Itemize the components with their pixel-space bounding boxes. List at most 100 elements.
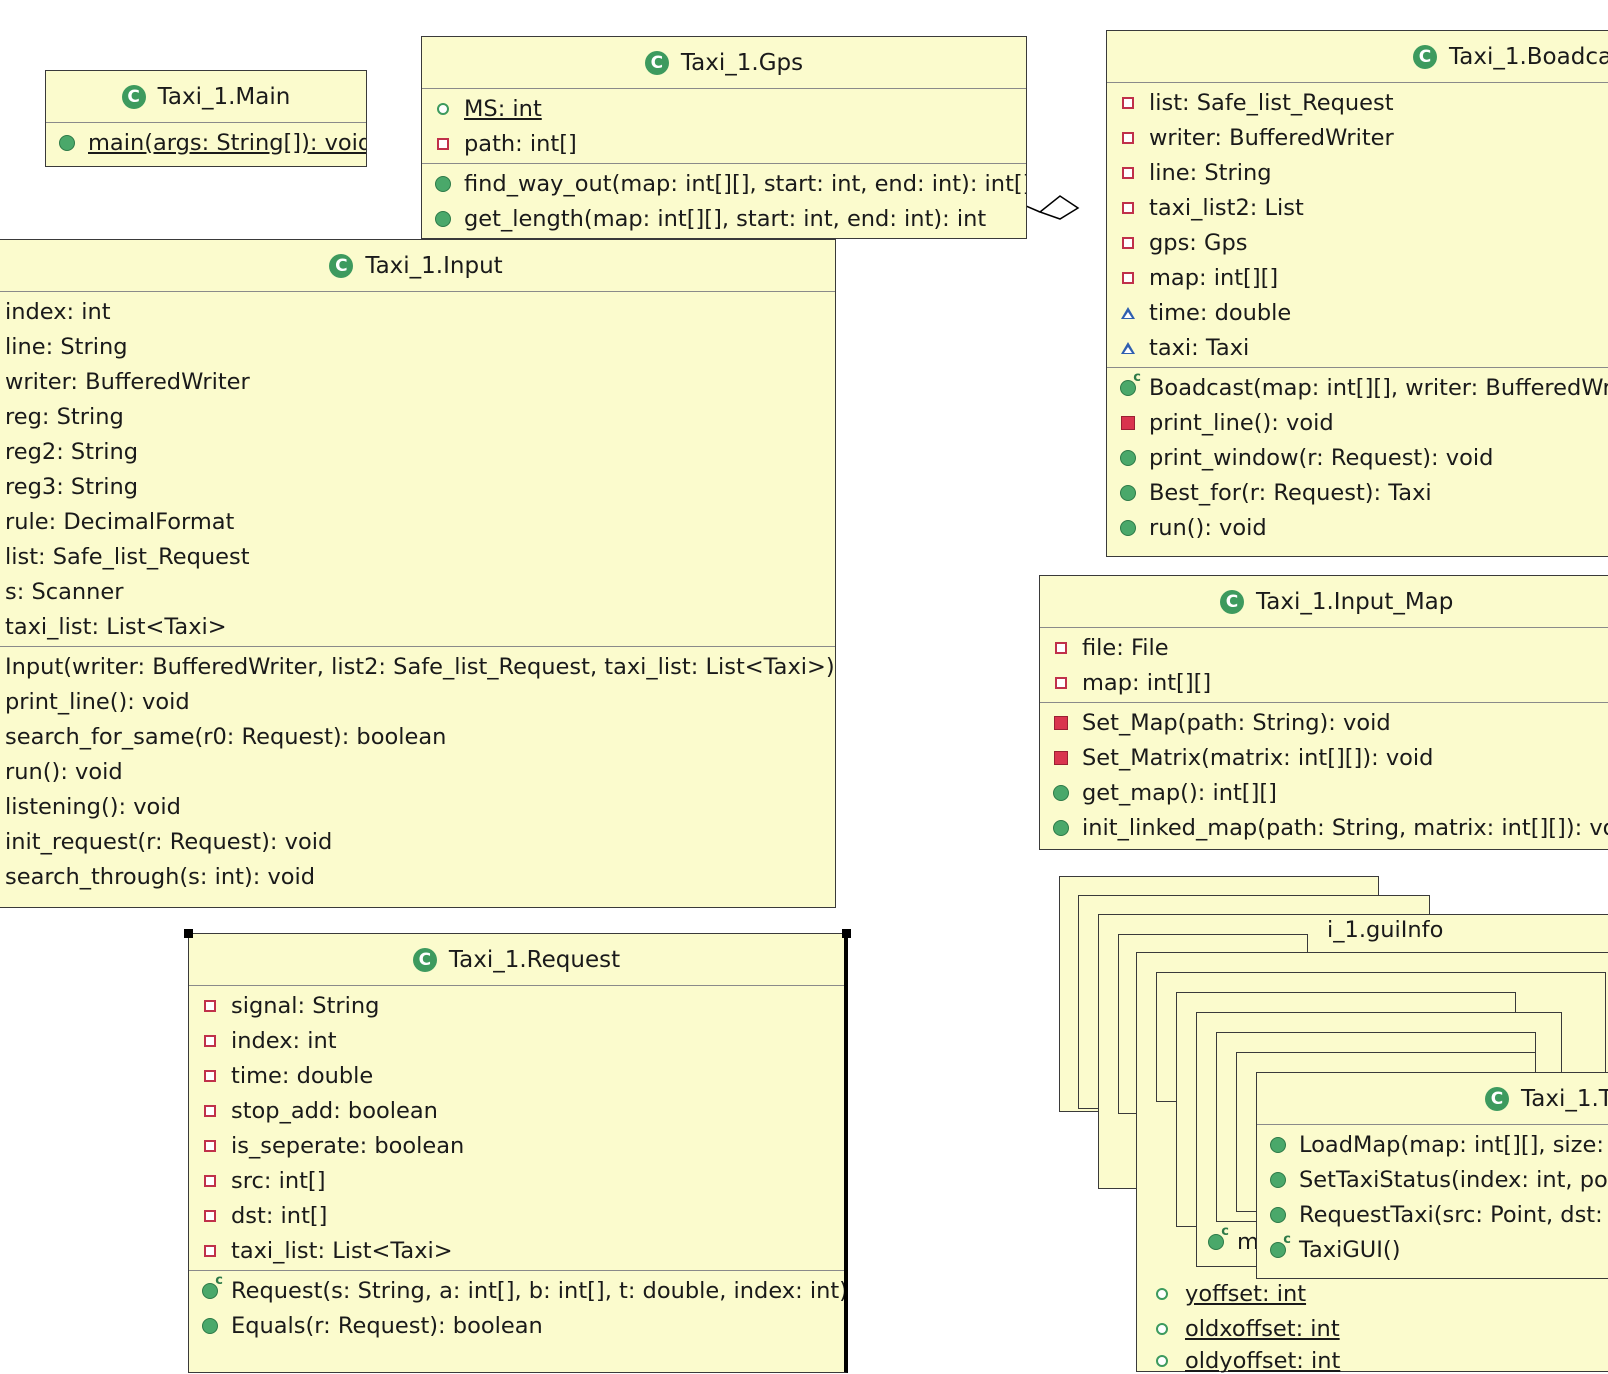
member-label: taxi_list: List<Taxi> <box>5 613 227 640</box>
member-row[interactable]: map: int[][] <box>1107 260 1608 295</box>
member-label: index: int <box>5 298 111 325</box>
member-row[interactable]: init_linked_map(path: String, matrix: in… <box>1040 810 1608 845</box>
member-row[interactable]: index: int <box>0 294 835 329</box>
private-field-icon <box>1119 164 1137 182</box>
public-method-icon <box>201 1317 219 1335</box>
member-label: run(): void <box>5 758 123 785</box>
member-row[interactable]: list: Safe_list_Request <box>1107 85 1608 120</box>
member-label: Input(writer: BufferedWriter, list2: Saf… <box>5 653 835 680</box>
selection-handle[interactable] <box>184 929 193 938</box>
member-label: MS: int <box>464 95 542 122</box>
member-row[interactable]: reg3: String <box>0 469 835 504</box>
member-row[interactable]: Equals(r: Request): boolean <box>189 1308 844 1343</box>
private-method-icon <box>1052 714 1070 732</box>
member-row[interactable]: s: Scanner <box>0 574 835 609</box>
class-boadcast[interactable]: C Taxi_1.Boadcas list: Safe_list_Request w… <box>1106 30 1608 557</box>
member-row[interactable]: taxi_list: List<Taxi> <box>189 1233 844 1268</box>
member-row[interactable]: time: double <box>189 1058 844 1093</box>
member-row[interactable]: run(): void <box>0 754 835 789</box>
member-row[interactable]: file: File <box>1040 630 1608 665</box>
member-label: taxi: Taxi <box>1149 334 1250 361</box>
member-row[interactable]: print_line(): void <box>0 684 835 719</box>
class-input-map[interactable]: C Taxi_1.Input_Map file: File map: int[][]… <box>1039 575 1608 850</box>
member-row[interactable]: signal: String <box>189 988 844 1023</box>
class-request[interactable]: C Taxi_1.Request signal: String index: int… <box>188 933 848 1373</box>
class-gps[interactable]: C Taxi_1.Gps MS: int path: int[] find_way_… <box>421 36 1027 239</box>
member-label: list: Safe_list_Request <box>5 543 250 570</box>
member-row[interactable]: Input(writer: BufferedWriter, list2: Saf… <box>0 649 835 684</box>
member-row[interactable]: is_seperate: boolean <box>189 1128 844 1163</box>
member-row[interactable]: taxi_list2: List <box>1107 190 1608 225</box>
member-row[interactable]: path: int[] <box>422 126 1026 161</box>
member-row[interactable]: rule: DecimalFormat <box>0 504 835 539</box>
public-method-icon <box>1269 1136 1287 1154</box>
member-label: index: int <box>231 1027 337 1054</box>
member-row[interactable]: list: Safe_list_Request <box>0 539 835 574</box>
member-row[interactable]: gps: Gps <box>1107 225 1608 260</box>
member-row[interactable]: LoadMap(map: int[][], size: <box>1257 1127 1608 1162</box>
member-row[interactable]: find_way_out(map: int[][], start: int, e… <box>422 166 1026 201</box>
member-row[interactable]: run(): void <box>1107 510 1608 545</box>
member-row[interactable]: get_length(map: int[][], start: int, end… <box>422 201 1026 236</box>
member-row[interactable]: taxi: Taxi <box>1107 330 1608 365</box>
member-label: reg2: String <box>5 438 139 465</box>
member-row[interactable]: Set_Map(path: String): void <box>1040 705 1608 740</box>
private-field-icon <box>201 1207 219 1225</box>
member-row[interactable]: reg: String <box>0 399 835 434</box>
public-method-icon <box>1119 449 1137 467</box>
member-row[interactable]: SetTaxiStatus(index: int, po <box>1257 1162 1608 1197</box>
member-row[interactable]: Set_Matrix(matrix: int[][]): void <box>1040 740 1608 775</box>
public-method-icon <box>58 134 76 152</box>
class-taxigui[interactable]: C Taxi_1.T LoadMap(map: int[][], size: Set… <box>1256 1072 1608 1279</box>
public-field-icon <box>1153 1352 1171 1370</box>
member-row[interactable]: print_line(): void <box>1107 405 1608 440</box>
member-row[interactable]: index: int <box>189 1023 844 1058</box>
member-row[interactable]: TaxiGUI() <box>1257 1232 1608 1267</box>
member-row[interactable]: Boadcast(map: int[][], writer: BufferedW… <box>1107 370 1608 405</box>
member-row[interactable]: Best_for(r: Request): Taxi <box>1107 475 1608 510</box>
member-row[interactable]: init_request(r: Request): void <box>0 824 835 859</box>
member-row[interactable]: MS: int <box>422 91 1026 126</box>
member-row[interactable]: search_through(s: int): void <box>0 859 835 894</box>
member-row[interactable]: main(args: String[]): void <box>46 125 366 160</box>
taxigui-methods: LoadMap(map: int[][], size: SetTaxiStatus… <box>1257 1125 1608 1269</box>
member-row[interactable]: stop_add: boolean <box>189 1093 844 1128</box>
private-field-icon <box>201 1172 219 1190</box>
field-yoffset: yoffset: int <box>1153 1281 1306 1307</box>
selection-handle[interactable] <box>842 929 851 938</box>
member-row[interactable]: src: int[] <box>189 1163 844 1198</box>
member-row[interactable]: print_window(r: Request): void <box>1107 440 1608 475</box>
class-taxigui-title: C Taxi_1.T <box>1257 1073 1608 1125</box>
public-method-icon <box>1119 519 1137 537</box>
public-method-icon <box>1052 819 1070 837</box>
member-label: Set_Map(path: String): void <box>1082 709 1391 736</box>
member-row[interactable]: time: double <box>1107 295 1608 330</box>
member-label: search_for_same(r0: Request): boolean <box>5 723 447 750</box>
member-label: s: Scanner <box>5 578 124 605</box>
class-input-map-title: C Taxi_1.Input_Map <box>1040 576 1608 628</box>
member-row[interactable]: get_map(): int[][] <box>1040 775 1608 810</box>
member-row[interactable]: line: String <box>1107 155 1608 190</box>
class-gps-title: C Taxi_1.Gps <box>422 37 1026 89</box>
member-row[interactable]: listening(): void <box>0 789 835 824</box>
member-label: find_way_out(map: int[][], start: int, e… <box>464 170 1027 197</box>
member-row[interactable]: search_for_same(r0: Request): boolean <box>0 719 835 754</box>
class-main[interactable]: C Taxi_1.Main main(args: String[]): void <box>45 70 367 167</box>
member-row[interactable]: writer: BufferedWriter <box>1107 120 1608 155</box>
class-input-title: C Taxi_1.Input <box>0 240 835 292</box>
class-icon: C <box>1485 1086 1509 1111</box>
member-row[interactable]: writer: BufferedWriter <box>0 364 835 399</box>
member-row[interactable]: dst: int[] <box>189 1198 844 1233</box>
member-row[interactable]: map: int[][] <box>1040 665 1608 700</box>
class-input[interactable]: C Taxi_1.Input index: int line: String writ… <box>0 239 836 908</box>
member-row[interactable]: taxi_list: List<Taxi> <box>0 609 835 644</box>
member-row[interactable]: reg2: String <box>0 434 835 469</box>
member-row[interactable]: Request(s: String, a: int[], b: int[], t… <box>189 1273 844 1308</box>
member-label: print_line(): void <box>5 688 190 715</box>
member-label: path: int[] <box>464 130 577 157</box>
member-label: Best_for(r: Request): Taxi <box>1149 479 1432 506</box>
member-row[interactable]: line: String <box>0 329 835 364</box>
member-label: init_linked_map(path: String, matrix: in… <box>1082 814 1608 841</box>
member-row[interactable]: RequestTaxi(src: Point, dst: <box>1257 1197 1608 1232</box>
member-label: is_seperate: boolean <box>231 1132 465 1159</box>
